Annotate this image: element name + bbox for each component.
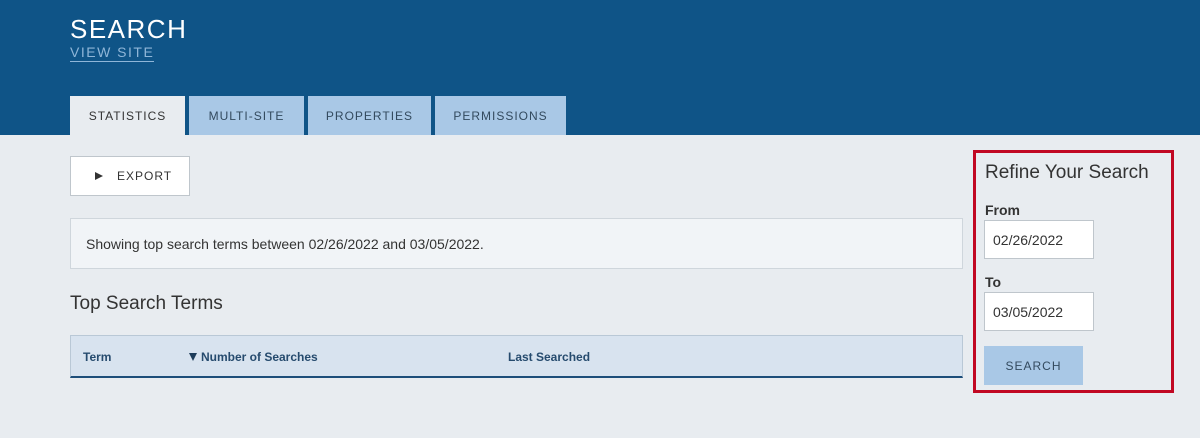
tab-bar: STATISTICS MULTI-SITE PROPERTIES PERMISS… — [70, 96, 570, 135]
column-header-last-searched[interactable]: Last Searched — [508, 350, 590, 364]
top-search-terms-title: Top Search Terms — [70, 293, 223, 314]
export-button[interactable]: EXPORT — [70, 156, 190, 196]
to-date-field[interactable] — [984, 292, 1094, 331]
tab-multi-site[interactable]: MULTI-SITE — [189, 96, 304, 135]
tab-permissions[interactable]: PERMISSIONS — [435, 96, 566, 135]
play-icon — [95, 172, 103, 180]
from-date-field[interactable] — [984, 220, 1094, 259]
page-title: SEARCH — [70, 14, 188, 44]
column-header-number-of-searches[interactable]: Number of Searches — [189, 350, 318, 364]
sort-descending-icon — [189, 353, 197, 361]
info-message: Showing top search terms between 02/26/2… — [86, 235, 484, 252]
to-label: To — [985, 274, 1002, 290]
refine-search-title: Refine Your Search — [985, 162, 1149, 183]
from-label: From — [985, 202, 1020, 218]
top-search-terms-table-header: Term Number of Searches Last Searched — [70, 335, 963, 378]
tab-properties[interactable]: PROPERTIES — [308, 96, 431, 135]
search-button[interactable]: SEARCH — [984, 346, 1083, 385]
view-site-link[interactable]: VIEW SITE — [70, 44, 155, 62]
column-header-term[interactable]: Term — [83, 350, 111, 364]
export-button-label: EXPORT — [117, 169, 173, 183]
page-header: SEARCH VIEW SITE STATISTICS MULTI-SITE P… — [0, 0, 1200, 135]
column-header-number-of-searches-label: Number of Searches — [201, 350, 318, 364]
tab-statistics[interactable]: STATISTICS — [70, 96, 185, 135]
info-message-box: Showing top search terms between 02/26/2… — [70, 218, 963, 269]
refine-search-panel: Refine Your Search From To SEARCH — [973, 150, 1174, 393]
